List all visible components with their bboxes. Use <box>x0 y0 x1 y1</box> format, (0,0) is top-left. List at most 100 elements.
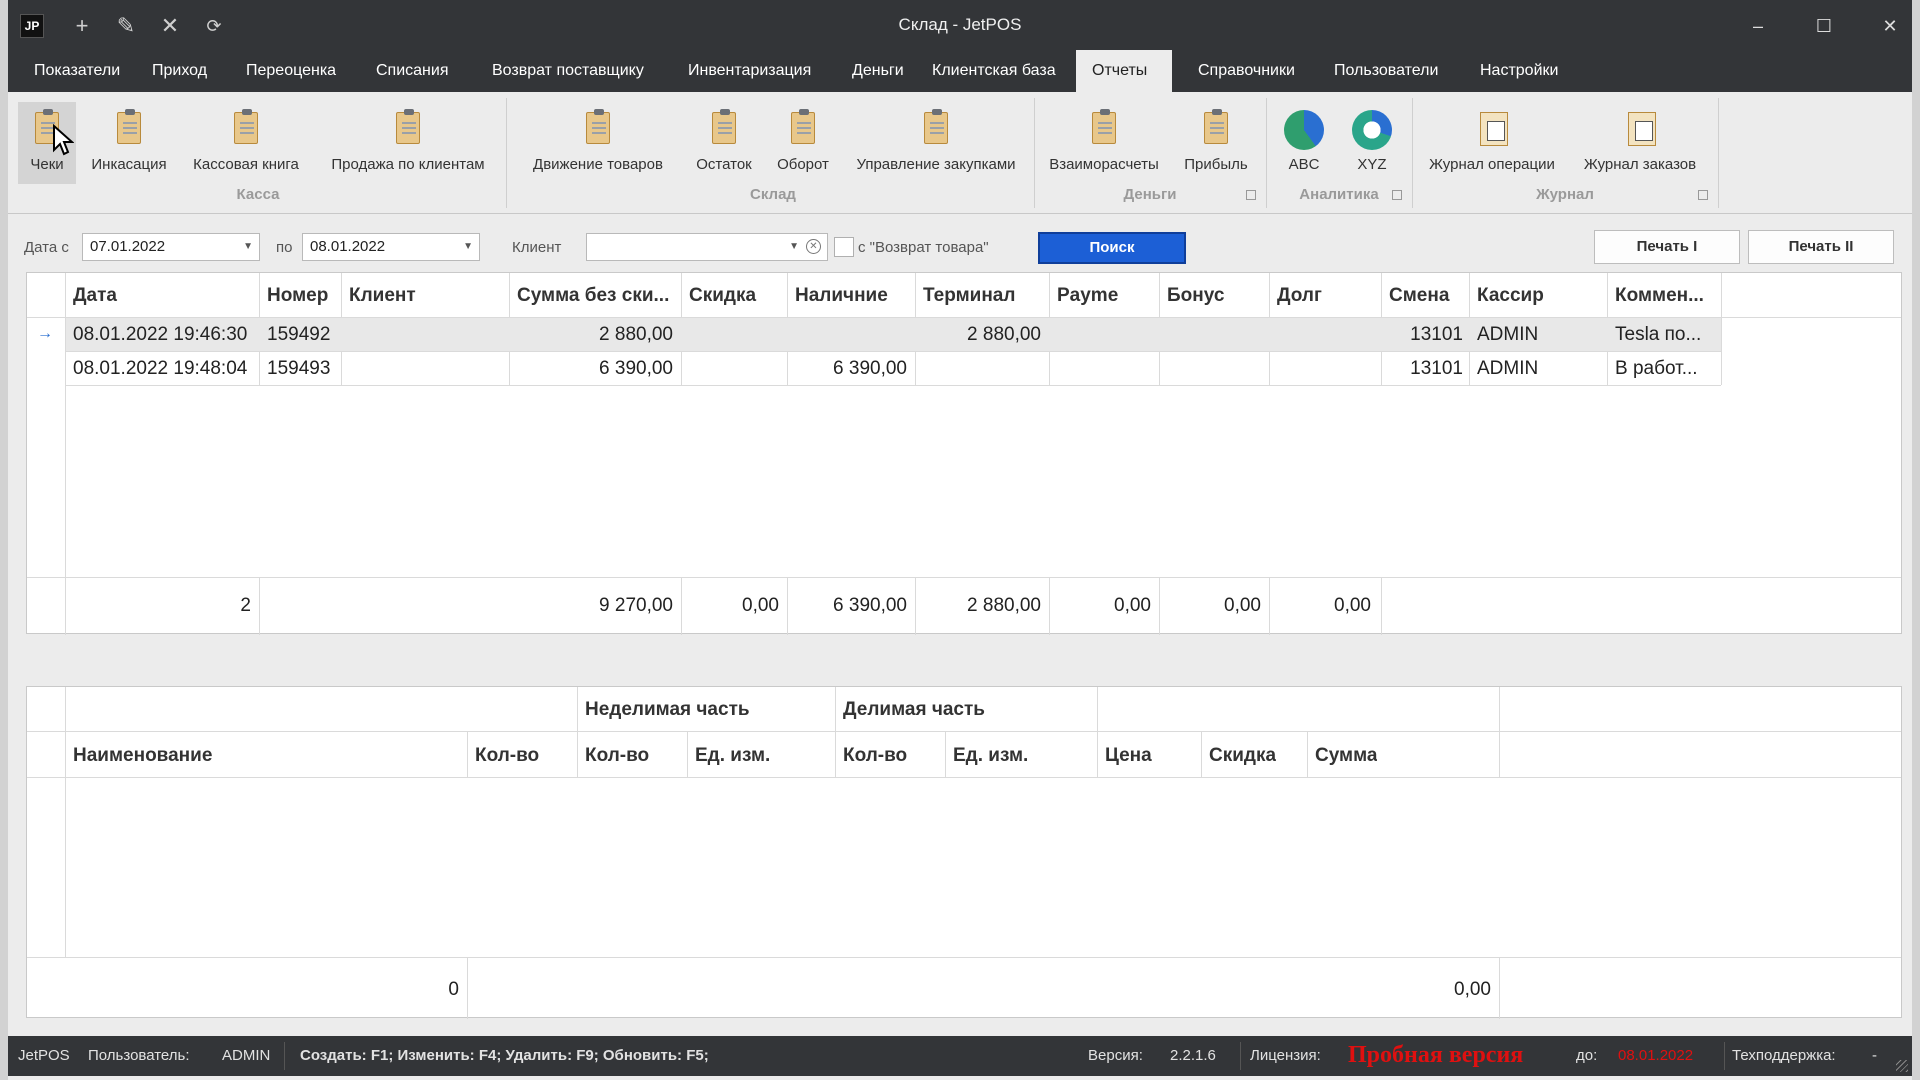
ribbon: Чеки Инкасация Кассовая книга Продажа по… <box>8 92 1912 214</box>
refresh-icon[interactable]: ⟳ <box>200 12 228 40</box>
ribbon-zhurnal-operacii-button[interactable]: Журнал операции <box>1420 102 1564 184</box>
tab-inventarizaciya[interactable]: Инвентаризация <box>672 50 827 92</box>
dropdown-arrow-icon[interactable]: ▼ <box>243 234 253 260</box>
title-bar: JP + ✎ ✕ ⟳ Склад - JetPOS – ☐ ✕ <box>8 0 1912 50</box>
col-header-sum[interactable]: Сумма <box>1315 745 1377 767</box>
status-separator <box>1724 1042 1725 1070</box>
ribbon-pribyl-button[interactable]: Прибыль <box>1174 102 1258 184</box>
group-expand-icon[interactable] <box>1246 190 1256 200</box>
clear-icon[interactable]: ✕ <box>806 239 821 254</box>
col-header-client[interactable]: Клиент <box>349 285 505 307</box>
col-header-sum[interactable]: Сумма без ски... <box>517 285 679 307</box>
ribbon-prodazha-po-klientam-button[interactable]: Продажа по клиентам <box>320 102 496 184</box>
ribbon-separator <box>1412 98 1413 208</box>
app-logo: JP <box>20 14 44 38</box>
close-window-button[interactable]: ✕ <box>1870 12 1910 40</box>
col-header-discount[interactable]: Скидка <box>689 285 785 307</box>
tab-spravochniki[interactable]: Справочники <box>1182 50 1311 92</box>
ribbon-abc-button[interactable]: ABC <box>1274 102 1334 184</box>
table-cell-comment[interactable]: В работ... <box>1615 358 1719 380</box>
tab-polzovateli[interactable]: Пользователи <box>1318 50 1454 92</box>
tab-nastroiki[interactable]: Настройки <box>1464 50 1574 92</box>
col-header-number[interactable]: Номер <box>267 285 339 307</box>
total-discount: 0,00 <box>742 595 779 616</box>
status-until-label: до: <box>1576 1047 1598 1064</box>
tab-prihod[interactable]: Приход <box>136 50 223 92</box>
table-cell-number[interactable]: 159493 <box>267 358 330 380</box>
col-header-qty-indivisible[interactable]: Кол-во <box>585 745 649 767</box>
close-icon[interactable]: ✕ <box>156 12 184 40</box>
table-cell-date[interactable]: 08.01.2022 19:48:04 <box>73 358 247 380</box>
col-header-debt[interactable]: Долг <box>1277 285 1377 307</box>
col-header-qty[interactable]: Кол-во <box>475 745 539 767</box>
table-cell-comment[interactable]: Tesla по... <box>1615 324 1719 346</box>
table-cell-cashier[interactable]: ADMIN <box>1477 358 1538 380</box>
return-checkbox[interactable] <box>834 237 854 257</box>
ribbon-vzaimoraschety-button[interactable]: Взаиморасчеты <box>1042 102 1166 184</box>
date-from-input[interactable]: 07.01.2022 ▼ <box>82 233 260 261</box>
total-debt: 0,00 <box>1334 595 1371 616</box>
maximize-button[interactable]: ☐ <box>1804 12 1844 40</box>
table-cell-terminal[interactable]: 2 880,00 <box>917 324 1041 346</box>
ribbon-inkassaciya-button[interactable]: Инкасация <box>84 102 174 184</box>
group-expand-icon[interactable] <box>1392 190 1402 200</box>
ribbon-upravlenie-zakupkami-button[interactable]: Управление закупками <box>846 102 1026 184</box>
table-cell-sum[interactable]: 2 880,00 <box>511 324 673 346</box>
resize-grip-icon[interactable] <box>1896 1060 1908 1072</box>
col-header-date[interactable]: Дата <box>73 285 253 307</box>
tab-klientskaya-baza[interactable]: Клиентская база <box>916 50 1072 92</box>
row-indicator-icon: → <box>37 325 53 342</box>
ribbon-ostatok-button[interactable]: Остаток <box>686 102 762 184</box>
client-input[interactable]: ▼ ✕ <box>586 233 828 261</box>
status-license-label: Лицензия: <box>1250 1047 1321 1064</box>
print-1-button[interactable]: Печать I <box>1594 230 1740 264</box>
pencil-icon[interactable]: ✎ <box>112 12 140 40</box>
col-header-bonus[interactable]: Бонус <box>1167 285 1267 307</box>
ribbon-kassovaya-kniga-button[interactable]: Кассовая книга <box>184 102 308 184</box>
print-2-button[interactable]: Печать II <box>1748 230 1894 264</box>
col-header-unit-indivisible[interactable]: Ед. изм. <box>695 745 770 767</box>
tab-pokazateli[interactable]: Показатели <box>18 50 136 92</box>
minimize-button[interactable]: – <box>1738 12 1778 40</box>
col-header-qty-divisible[interactable]: Кол-во <box>843 745 907 767</box>
ribbon-separator <box>1266 98 1267 208</box>
ribbon-dvizhenie-tovarov-button[interactable]: Движение товаров <box>518 102 678 184</box>
table-cell-date[interactable]: 08.01.2022 19:46:30 <box>73 324 247 346</box>
total-sum: 9 270,00 <box>599 595 673 616</box>
date-to-input[interactable]: 08.01.2022 ▼ <box>302 233 480 261</box>
dropdown-arrow-icon[interactable]: ▼ <box>789 234 799 260</box>
table-cell-shift[interactable]: 13101 <box>1383 324 1463 346</box>
tab-vozvrat-postavshiku[interactable]: Возврат поставщику <box>476 50 660 92</box>
col-header-cash[interactable]: Наличние <box>795 285 913 307</box>
col-header-terminal[interactable]: Терминал <box>923 285 1047 307</box>
group-expand-icon[interactable] <box>1698 190 1708 200</box>
ribbon-xyz-button[interactable]: XYZ <box>1342 102 1402 184</box>
table-cell-cash[interactable]: 6 390,00 <box>789 358 907 380</box>
table-cell-shift[interactable]: 13101 <box>1383 358 1463 380</box>
tab-spisaniya[interactable]: Списания <box>360 50 465 92</box>
table-cell-number[interactable]: 159492 <box>267 324 330 346</box>
col-header-unit-divisible[interactable]: Ед. изм. <box>953 745 1028 767</box>
journal-icon <box>1624 108 1656 148</box>
dropdown-arrow-icon[interactable]: ▼ <box>463 234 473 260</box>
ribbon-oborot-button[interactable]: Оборот <box>768 102 838 184</box>
col-header-cashier[interactable]: Кассир <box>1477 285 1605 307</box>
col-header-discount[interactable]: Скидка <box>1209 745 1276 767</box>
table-cell-cashier[interactable]: ADMIN <box>1477 324 1538 346</box>
group-label-sklad: Склад <box>750 186 796 203</box>
col-header-price[interactable]: Цена <box>1105 745 1152 767</box>
status-user: ADMIN <box>222 1047 271 1064</box>
table-cell-sum[interactable]: 6 390,00 <box>511 358 673 380</box>
total-payme: 0,00 <box>1114 595 1151 616</box>
plus-icon[interactable]: + <box>68 12 96 40</box>
tab-dengi[interactable]: Деньги <box>836 50 920 92</box>
ribbon-zhurnal-zakazov-button[interactable]: Журнал заказов <box>1572 102 1708 184</box>
search-button[interactable]: Поиск <box>1038 232 1186 264</box>
col-header-shift[interactable]: Смена <box>1389 285 1467 307</box>
tab-pereocenka[interactable]: Переоценка <box>230 50 352 92</box>
col-header-payme[interactable]: Payme <box>1057 285 1157 307</box>
clipboard-icon <box>1200 108 1232 148</box>
col-header-comment[interactable]: Коммен... <box>1615 285 1719 307</box>
col-header-name[interactable]: Наименование <box>73 745 212 767</box>
tab-otchety[interactable]: Отчеты <box>1076 50 1172 92</box>
